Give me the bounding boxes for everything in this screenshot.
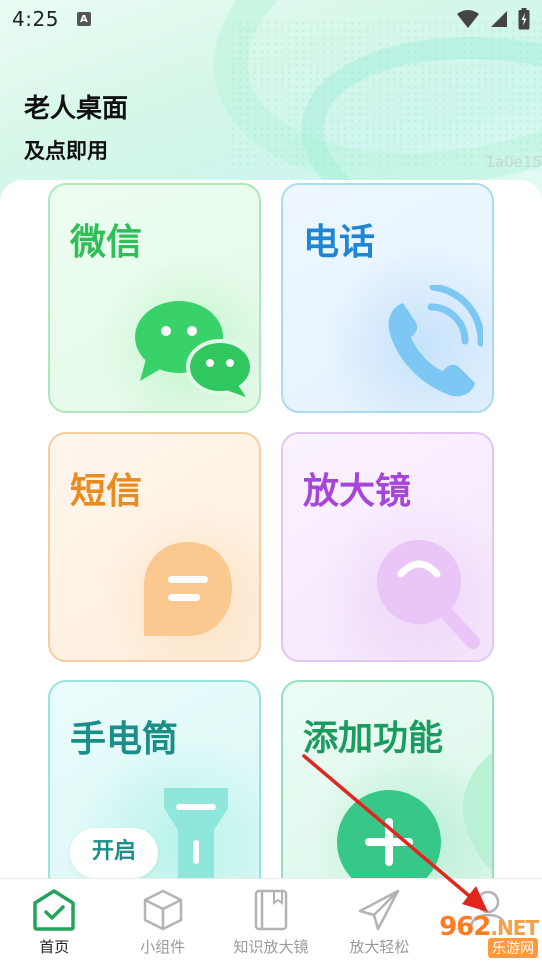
home-check-icon [33, 889, 75, 931]
version-label: 1a0e15 [485, 153, 542, 171]
sms-card[interactable]: 短信 [48, 432, 261, 662]
status-time: 4:25 [12, 7, 59, 31]
phone-handset-icon [388, 285, 483, 397]
wechat-label: 微信 [70, 222, 143, 263]
status-bar: 4:25 A [0, 0, 542, 38]
tab-easy-zoom-label: 放大轻松 [349, 938, 410, 956]
paper-plane-icon [359, 889, 400, 931]
magnifier-icon [377, 540, 480, 649]
magnifier-label: 放大镜 [303, 471, 412, 512]
tab-knowledge-magnifier-label: 知识放大镜 [233, 938, 309, 956]
flashlight-label: 手电筒 [70, 719, 179, 760]
tab-knowledge-magnifier[interactable]: 知识放大镜 [217, 879, 325, 965]
sms-label: 短信 [70, 471, 143, 512]
phone-card[interactable]: 电话 [281, 183, 494, 413]
phone-label: 电话 [303, 222, 376, 263]
tab-widgets[interactable]: 小组件 [108, 879, 216, 965]
battery-icon [518, 8, 530, 30]
cube-icon [143, 889, 182, 931]
flashlight-icon [164, 788, 228, 878]
wechat-bubbles-icon [135, 301, 254, 397]
notification-a-icon: A [76, 12, 91, 26]
wechat-card[interactable]: 微信 [48, 183, 261, 413]
watermark-site: 乐游网 [488, 938, 538, 958]
tab-home-label: 首页 [39, 938, 70, 956]
page-subtitle: 及点即用 [24, 139, 108, 163]
wifi-icon [457, 10, 479, 28]
add-function-card[interactable]: 添加功能 [281, 680, 494, 880]
flashlight-toggle-button[interactable]: 开启 [70, 828, 158, 878]
add-function-label: 添加功能 [303, 719, 444, 759]
page-title: 老人桌面 [24, 94, 129, 124]
signal-icon [491, 11, 507, 27]
book-icon [254, 889, 288, 931]
flashlight-card[interactable]: 手电筒 开启 [48, 680, 261, 880]
function-grid: 微信 电话 短信 放大镜 手电筒 开启 添加功能 [0, 180, 542, 880]
plus-icon [337, 790, 441, 880]
decor-dots [230, 20, 542, 170]
header-title-block: 老人桌面 及点即用 [24, 88, 128, 165]
leaf-decor [463, 752, 492, 871]
tab-easy-zoom[interactable]: 放大轻松 [325, 879, 433, 965]
tab-home[interactable]: 首页 [0, 879, 108, 965]
tab-widgets-label: 小组件 [140, 938, 186, 956]
magnifier-card[interactable]: 放大镜 [281, 432, 494, 662]
sms-bubble-icon [144, 542, 232, 636]
watermark-logo: 962.NET 乐游网 [439, 912, 539, 958]
